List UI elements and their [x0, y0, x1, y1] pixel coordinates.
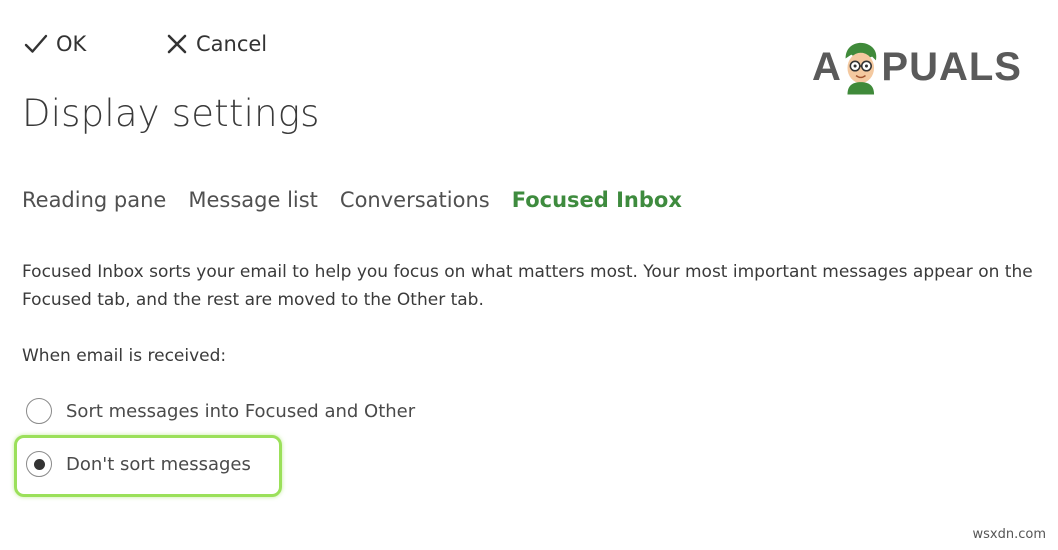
display-settings-page: OK Cancel A PUALS Display settings Readi…	[0, 0, 1058, 550]
tab-reading-pane[interactable]: Reading pane	[22, 188, 166, 212]
tab-conversations[interactable]: Conversations	[340, 188, 490, 212]
radio-dont-sort[interactable]: Don't sort messages	[26, 451, 251, 477]
radio-label-sort: Sort messages into Focused and Other	[66, 400, 416, 422]
radio-selected-dot	[33, 458, 45, 470]
radio-button-checked[interactable]	[26, 451, 52, 477]
ok-button[interactable]: OK	[24, 28, 86, 60]
close-icon	[167, 34, 187, 54]
settings-tabs: Reading pane Message list Conversations …	[22, 188, 682, 212]
radio-sort-focused-other[interactable]: Sort messages into Focused and Other	[26, 398, 415, 424]
when-received-label: When email is received:	[22, 346, 227, 366]
checkmark-icon	[24, 34, 48, 53]
ok-label: OK	[56, 32, 87, 56]
focused-inbox-description: Focused Inbox sorts your email to help y…	[22, 262, 1033, 310]
tab-message-list[interactable]: Message list	[188, 188, 318, 212]
page-title: Display settings	[22, 92, 320, 135]
radio-button-unchecked[interactable]	[26, 398, 52, 424]
mascot-icon	[845, 42, 877, 95]
cancel-label: Cancel	[196, 32, 268, 56]
appuals-logo: A PUALS	[812, 38, 1022, 96]
watermark: wsxdn.com	[972, 527, 1047, 542]
logo-text-end: PUALS	[881, 45, 1022, 89]
cancel-button[interactable]: Cancel	[166, 28, 267, 60]
radio-label-dont-sort: Don't sort messages	[66, 453, 251, 475]
tab-focused-inbox[interactable]: Focused Inbox	[512, 188, 682, 212]
